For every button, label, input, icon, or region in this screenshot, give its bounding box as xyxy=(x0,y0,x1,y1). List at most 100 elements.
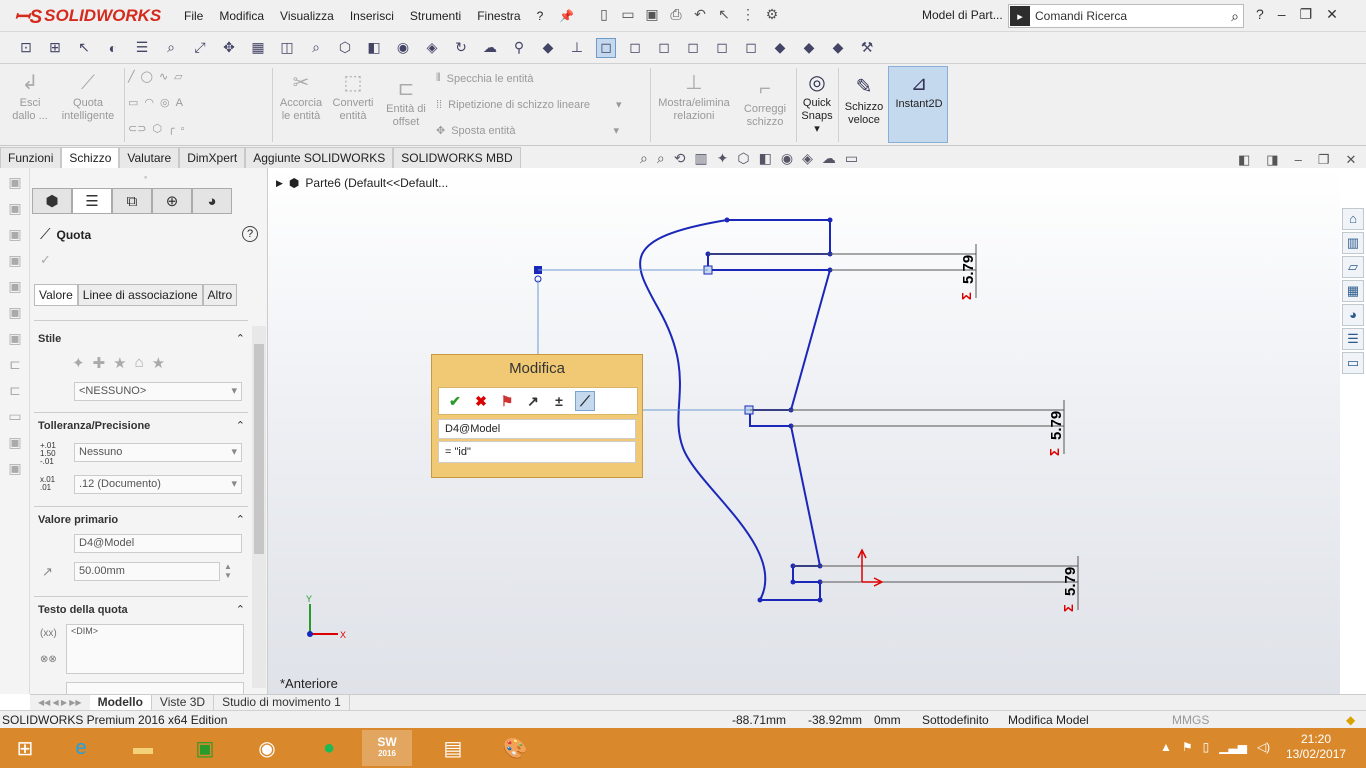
chevron-down-icon[interactable]: ▾ xyxy=(613,124,619,137)
sketch-tool-icon[interactable]: ▣ xyxy=(5,226,25,246)
dim-text-area-2[interactable] xyxy=(66,682,244,694)
zoom-fit-icon[interactable]: ⌕ xyxy=(640,150,648,167)
text-justify-icon[interactable]: ⊗⊗ xyxy=(40,654,57,665)
linear-pattern-button[interactable]: ⁞⁞ Ripetizione di schizzo lineare ▾ xyxy=(436,98,622,112)
minimize-icon[interactable]: – xyxy=(1278,6,1286,23)
zoom-area-icon[interactable]: ⤢ xyxy=(190,38,210,58)
menu-visualizza[interactable]: Visualizza xyxy=(272,9,342,23)
spline-icon[interactable]: ∿ xyxy=(159,70,168,83)
status-units[interactable]: MMGS xyxy=(1172,713,1209,727)
tab-linee[interactable]: Linee di associazione xyxy=(77,284,203,306)
section-tolleranza[interactable]: Tolleranza/Precisione xyxy=(38,420,150,432)
paint-icon[interactable]: 🎨 xyxy=(490,730,540,766)
tab-schizzo[interactable]: Schizzo xyxy=(61,147,120,168)
view-front-icon[interactable]: ◻ xyxy=(596,37,616,58)
solidworks-taskbar-icon[interactable]: SW 2016 xyxy=(362,730,412,766)
collapse-chevron-icon[interactable]: ⌃ xyxy=(236,603,245,616)
design-library-icon[interactable]: ▥ xyxy=(1342,232,1364,254)
modify-expression-input[interactable]: = "id" xyxy=(438,441,636,463)
signal-icon[interactable]: ▁▃▅ xyxy=(1219,740,1247,754)
sketch-tool-icon[interactable]: ⊏ xyxy=(5,382,25,402)
volume-icon[interactable]: ◁) xyxy=(1257,740,1270,754)
collapse-chevron-icon[interactable]: ⌃ xyxy=(236,332,245,345)
drive-dimension-icon[interactable]: ⟋ xyxy=(575,391,595,411)
tab-valutare[interactable]: Valutare xyxy=(119,147,180,168)
move-entities-button[interactable]: ✥ Sposta entità ▾ xyxy=(436,124,619,138)
tab-aggiunte[interactable]: Aggiunte SOLIDWORKS xyxy=(245,147,394,168)
slot-icon[interactable]: ⊂⊃ xyxy=(128,122,146,135)
search-input[interactable]: Comandi Ricerca xyxy=(1031,9,1231,23)
apply-style-icon[interactable]: ✦ xyxy=(72,354,85,372)
offset-entities-button[interactable]: ⊏ Entità di offset xyxy=(380,76,432,129)
select-icon[interactable]: ↖ xyxy=(716,6,732,22)
collapse-chevron-icon[interactable]: ⌃ xyxy=(236,419,245,432)
ok-check-icon[interactable]: ✓ xyxy=(40,252,51,268)
view-top-icon[interactable]: ◻ xyxy=(712,38,732,58)
gear-icon[interactable]: ⚙ xyxy=(764,6,780,22)
menu-strumenti[interactable]: Strumenti xyxy=(402,9,469,23)
edit-appearance-icon[interactable]: ◈ xyxy=(802,150,813,167)
scene-icon[interactable]: ☁ xyxy=(480,38,500,58)
sketch-canvas[interactable]: 5.79 5.79 5.79 Σ Σ Σ Y X xyxy=(268,168,1340,694)
close-icon[interactable]: ✕ xyxy=(1345,152,1356,168)
load-style-icon[interactable]: ★ xyxy=(152,354,165,372)
appearances-icon[interactable]: ◕ xyxy=(1342,304,1364,326)
arc-icon[interactable]: ◠ xyxy=(144,96,154,109)
graphics-area[interactable]: 5.79 5.79 5.79 Σ Σ Σ Y X xyxy=(268,168,1340,694)
tab-altro[interactable]: Altro xyxy=(202,284,238,306)
print-icon[interactable]: ⎙ xyxy=(668,6,684,22)
spotify-icon[interactable]: ● xyxy=(304,730,354,766)
precision-select[interactable]: .12 (Documento) xyxy=(74,475,242,494)
view-back-icon[interactable]: ◻ xyxy=(625,38,645,58)
text-icon[interactable]: A xyxy=(176,97,183,109)
sketch-tool-2-icon[interactable]: ⊞ xyxy=(45,38,65,58)
dynamic-annotation-icon[interactable]: ✦ xyxy=(717,150,729,167)
view-bottom-icon[interactable]: ◻ xyxy=(741,38,761,58)
sketch-tool-icon[interactable]: ▣ xyxy=(5,330,25,350)
expand-arrow-icon[interactable]: ▶ xyxy=(276,178,283,189)
collapse-chevron-icon[interactable]: ⌃ xyxy=(236,513,245,526)
display-manager-tab-icon[interactable]: ◕ xyxy=(192,188,232,214)
close-icon[interactable]: ✕ xyxy=(1326,6,1338,23)
menu-help[interactable]: ? xyxy=(529,9,552,23)
clock[interactable]: 21:20 13/02/2017 xyxy=(1286,732,1346,762)
pointer-icon[interactable]: ↖ xyxy=(74,38,94,58)
spin-arrows-icon[interactable]: ▲ ▼ xyxy=(224,562,232,580)
sketch-tool-icon[interactable]: ▣ xyxy=(5,200,25,220)
tab-valore[interactable]: Valore xyxy=(34,284,78,306)
dimension-label-1[interactable]: 5.79 xyxy=(960,255,977,284)
view-iso-icon[interactable]: ◆ xyxy=(770,38,790,58)
sketch-tool-icon[interactable]: ▭ xyxy=(5,408,25,428)
instant2d-button[interactable]: ⊿ Instant2D xyxy=(888,66,948,143)
add-style-icon[interactable]: ✚ xyxy=(93,354,106,372)
convert-entities-button[interactable]: ⬚ Converti entità xyxy=(328,70,378,123)
solidworks-logo[interactable]: ꟷS SOLIDWORKS xyxy=(14,5,161,28)
command-search[interactable]: ▸ Comandi Ricerca ⌕ xyxy=(1008,4,1244,28)
feature-tree-flyout[interactable]: ▶ ⬢ Parte6 (Default<<Default... xyxy=(276,176,448,190)
battery-icon[interactable]: ▯ xyxy=(1203,740,1210,754)
normal-to-icon[interactable]: ⊥ xyxy=(567,38,587,58)
single-view-icon[interactable]: ⚒ xyxy=(857,38,877,58)
start-icon[interactable]: ⊞ xyxy=(0,730,50,766)
section-valore-primario[interactable]: Valore primario xyxy=(38,514,118,526)
circle-icon[interactable]: ◯ xyxy=(141,70,153,83)
menu-inserisci[interactable]: Inserisci xyxy=(342,9,402,23)
minimize-icon[interactable]: – xyxy=(1295,152,1302,168)
action-center-icon[interactable]: ⚑ xyxy=(1182,740,1193,754)
update-style-icon[interactable]: ★ xyxy=(113,354,126,372)
cancel-x-icon[interactable]: ✖ xyxy=(471,391,491,411)
primary-name-field[interactable]: D4@Model xyxy=(74,534,242,553)
quick-snaps-button[interactable]: ◎ Quick Snaps ▾ xyxy=(798,70,836,136)
sketch-tool-icon[interactable]: ▣ xyxy=(5,278,25,298)
repair-sketch-button[interactable]: ⌐ Correggi schizzo xyxy=(738,76,792,129)
style-select[interactable]: <NESSUNO> xyxy=(74,382,242,401)
display-style-icon[interactable]: ◧ xyxy=(759,150,772,167)
rotate-icon[interactable]: ↻ xyxy=(451,38,471,58)
view-left-icon[interactable]: ◻ xyxy=(654,38,674,58)
search-icon[interactable]: ⌕ xyxy=(1231,8,1243,25)
menu-modifica[interactable]: Modifica xyxy=(211,9,272,23)
text-position-icon[interactable]: (xx) xyxy=(40,628,57,639)
sketch-tool-icon[interactable]: ▣ xyxy=(5,304,25,324)
new-icon[interactable]: ▯ xyxy=(596,6,612,22)
primary-value-field[interactable]: 50.00mm xyxy=(74,562,220,581)
